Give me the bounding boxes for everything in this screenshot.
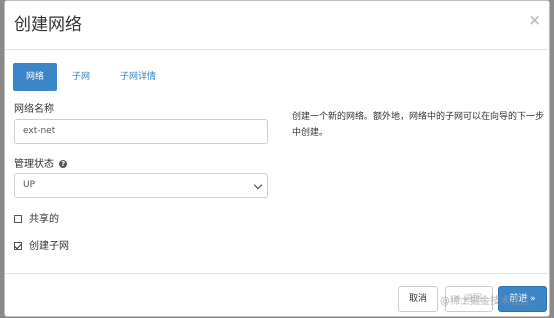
modal-header: 创建网络 × [5, 1, 549, 50]
cancel-button[interactable]: 取消 [398, 286, 438, 312]
create-network-modal: 创建网络 × 网络 子网 子网详情 网络名称 ext-net 管理状态 ? UP… [4, 0, 550, 317]
shared-label: 共享的 [29, 214, 59, 225]
chevron-down-icon [253, 180, 263, 190]
admin-state-selected-value: UP [23, 180, 36, 190]
back-button[interactable]: « 返回 [445, 286, 493, 312]
next-button[interactable]: 前进 » [498, 286, 547, 312]
modal-title: 创建网络 [14, 15, 82, 35]
help-icon[interactable]: ? [59, 160, 68, 168]
create-subnet-checkbox[interactable] [14, 242, 22, 250]
admin-state-label: 管理状态 ? [14, 155, 68, 170]
close-icon[interactable]: × [528, 11, 541, 29]
admin-state-label-text: 管理状态 [14, 159, 54, 170]
shared-checkbox[interactable] [14, 215, 22, 223]
help-description: 创建一个新的网络。额外地，网络中的子网可以在向导的下一步中创建。 [292, 112, 545, 138]
modal-footer: 取消 « 返回 前进 » [5, 273, 549, 318]
network-name-label: 网络名称 [14, 104, 54, 115]
shared-option: 共享的 [14, 210, 59, 225]
network-name-input[interactable]: ext-net [14, 119, 268, 144]
tab-subnet-details[interactable]: 子网详情 [120, 63, 156, 91]
admin-state-select[interactable]: UP [14, 173, 268, 198]
tab-network[interactable]: 网络 [13, 63, 57, 91]
create-subnet-label: 创建子网 [29, 241, 69, 252]
tab-subnet[interactable]: 子网 [72, 63, 90, 91]
create-subnet-option: 创建子网 [14, 237, 69, 252]
